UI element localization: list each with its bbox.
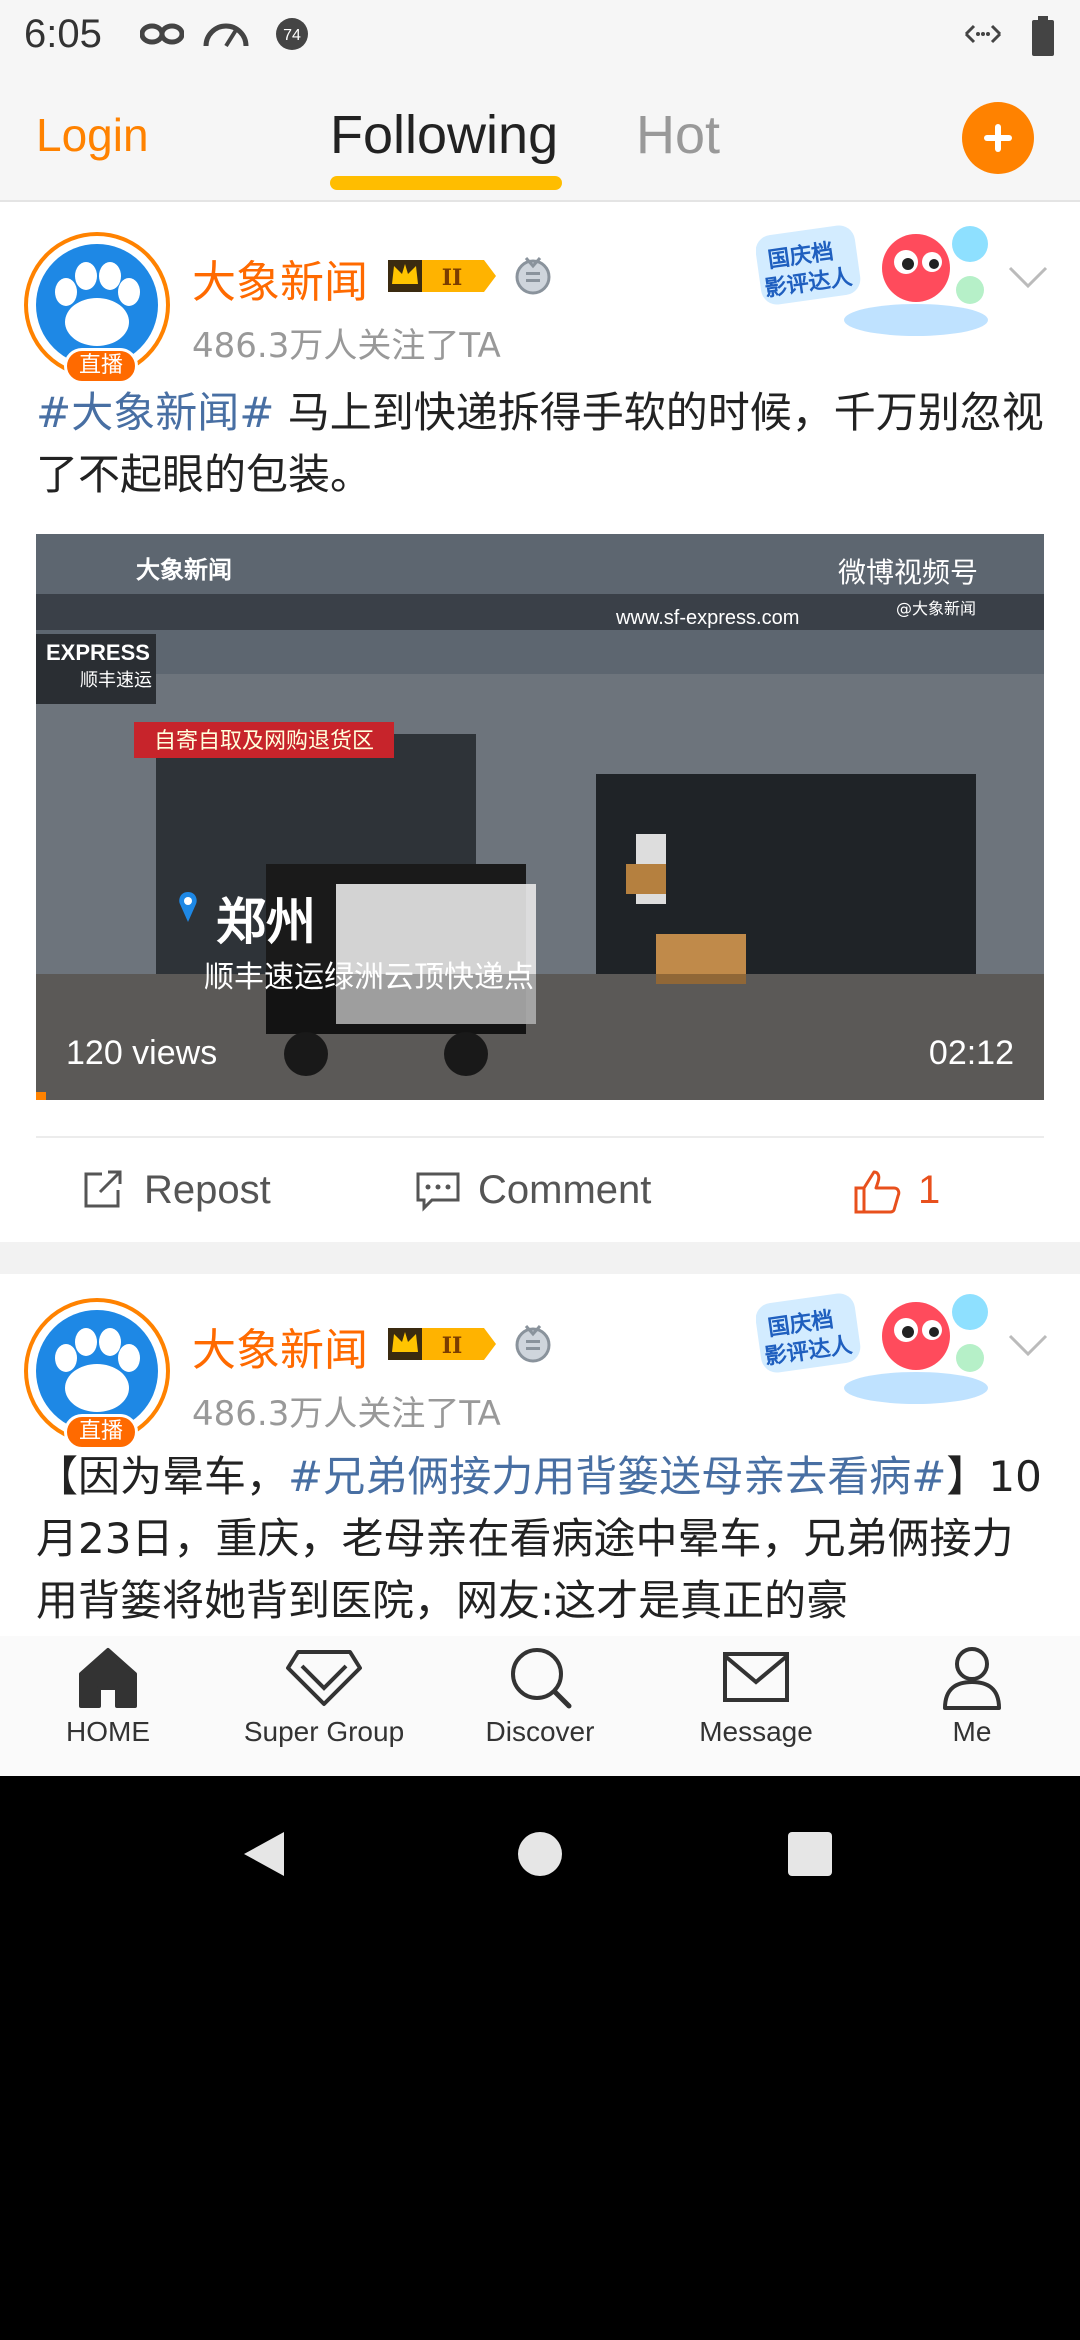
- chevron-down-icon[interactable]: [1006, 262, 1050, 292]
- status-time: 6:05: [24, 12, 102, 56]
- video-location-city: 郑州: [216, 893, 316, 951]
- nav-home-label: HOME: [66, 1716, 150, 1747]
- nav-home[interactable]: HOME: [8, 1644, 208, 1748]
- home-circle-icon[interactable]: [516, 1830, 564, 1878]
- watermark-brand: 大象新闻: [136, 556, 232, 584]
- promo-sticker[interactable]: 国庆档 影评达人: [756, 210, 1000, 340]
- post-text[interactable]: 【因为晕车，#兄弟俩接力用背篓送母亲去看病#】10月23日，重庆，老母亲在看病途…: [36, 1446, 1046, 1632]
- video-duration: 02:12: [928, 1034, 1014, 1072]
- avatar[interactable]: 直播: [24, 1298, 170, 1450]
- person-icon: [943, 1647, 1001, 1710]
- avatar[interactable]: 直播: [24, 232, 170, 384]
- store-brand: EXPRESS: [46, 640, 150, 665]
- back-icon[interactable]: [240, 1828, 288, 1880]
- tab-following[interactable]: Following: [330, 104, 558, 166]
- nav-me-label: Me: [952, 1716, 992, 1747]
- video-player[interactable]: 自寄自取及网购退货区 EXPRESS 顺丰速运 www.sf-express.c…: [36, 534, 1044, 1100]
- chevron-down-icon[interactable]: [1006, 1330, 1050, 1360]
- feed-post: 直播 大象新闻 II 486.3万人关注了TA 国庆档 影评达人: [0, 204, 1080, 1242]
- nav-discover[interactable]: Discover: [440, 1644, 640, 1748]
- status-bar: 6:05 74: [0, 0, 1080, 70]
- video-thumbnail: 自寄自取及网购退货区 EXPRESS 顺丰速运 www.sf-express.c…: [36, 534, 1044, 1100]
- follower-count: 486.3万人关注了TA: [192, 326, 501, 366]
- like-count[interactable]: 1: [918, 1168, 940, 1213]
- author-name[interactable]: 大象新闻: [192, 246, 368, 310]
- comment-icon[interactable]: [414, 1168, 462, 1212]
- post-text[interactable]: #大象新闻# 马上到快递拆得手软的时候，千万别忽视了不起眼的包装。: [36, 382, 1046, 506]
- infinity-icon: [140, 23, 184, 45]
- comment-button[interactable]: Comment: [478, 1168, 651, 1213]
- bottom-nav: HOME Super Group Discover Message Me: [0, 1636, 1080, 1776]
- nav-super-group-label: Super Group: [243, 1716, 405, 1747]
- promo-sticker[interactable]: 国庆档 影评达人: [756, 1278, 1000, 1408]
- live-badge: 直播: [64, 348, 138, 384]
- feed-post: 直播 大象新闻 II 486.3万人关注了TA 国庆档 影评达人: [0, 1274, 1080, 1636]
- app-screen: 6:05 74 Login Following Hot 直播 大象新闻 II 4…: [0, 0, 1080, 1776]
- svg-text:74: 74: [283, 27, 301, 44]
- divider: [36, 1136, 1044, 1138]
- live-badge: 直播: [64, 1414, 138, 1450]
- home-icon: [79, 1648, 137, 1708]
- notification-icon: 74: [276, 18, 308, 50]
- add-button[interactable]: [962, 102, 1034, 174]
- speedometer-icon: [203, 23, 249, 48]
- data-transfer-icon: [964, 24, 1002, 44]
- store-brand-cn: 顺丰速运: [80, 670, 152, 691]
- post-actions: Repost Comment 1: [0, 1154, 1080, 1234]
- video-location-address: 顺丰速运绿洲云顶快递点: [204, 960, 534, 995]
- vip-crown-icon: II: [388, 260, 496, 292]
- nav-discover-label: Discover: [485, 1716, 595, 1747]
- thumbs-up-icon[interactable]: [852, 1168, 902, 1216]
- watermark-platform: 微博视频号: [838, 556, 978, 589]
- repost-icon[interactable]: [80, 1168, 128, 1212]
- svg-text:II: II: [442, 265, 463, 291]
- watermark-handle: @大象新闻: [896, 599, 976, 618]
- store-url: www.sf-express.com: [615, 607, 799, 629]
- hashtag-link[interactable]: #大象新闻#: [36, 388, 274, 437]
- nav-me[interactable]: Me: [872, 1644, 1072, 1748]
- location-pin-icon: [179, 892, 197, 922]
- nav-message-label: Message: [699, 1716, 813, 1747]
- hashtag-link[interactable]: #兄弟俩接力用背篓送母亲去看病#: [288, 1452, 946, 1501]
- login-button[interactable]: Login: [36, 108, 149, 162]
- vip-crown-icon: II: [388, 1328, 496, 1360]
- repost-button[interactable]: Repost: [144, 1168, 271, 1213]
- battery-icon: [1032, 16, 1054, 56]
- post-body-prefix: 【因为晕车，: [36, 1452, 289, 1501]
- medal-icon: [515, 1325, 551, 1363]
- author-name[interactable]: 大象新闻: [192, 1314, 368, 1378]
- store-sign: 自寄自取及网购退货区: [154, 729, 374, 754]
- medal-icon: [515, 257, 551, 295]
- svg-text:II: II: [442, 1333, 463, 1359]
- video-view-count: 120 views: [66, 1034, 218, 1072]
- tab-hot[interactable]: Hot: [636, 104, 720, 166]
- recents-icon[interactable]: [786, 1830, 834, 1878]
- nav-super-group[interactable]: Super Group: [224, 1644, 424, 1748]
- follower-count: 486.3万人关注了TA: [192, 1394, 501, 1434]
- search-icon: [511, 1648, 572, 1709]
- system-nav-bar: [0, 1776, 1080, 1920]
- video-progress-bar: [36, 1092, 47, 1100]
- active-tab-indicator: [330, 176, 562, 190]
- top-nav: Login Following Hot: [0, 70, 1080, 202]
- nav-message[interactable]: Message: [656, 1644, 856, 1748]
- diamond-icon: [286, 1650, 362, 1706]
- mail-icon: [723, 1652, 789, 1702]
- post-separator: [0, 1242, 1080, 1274]
